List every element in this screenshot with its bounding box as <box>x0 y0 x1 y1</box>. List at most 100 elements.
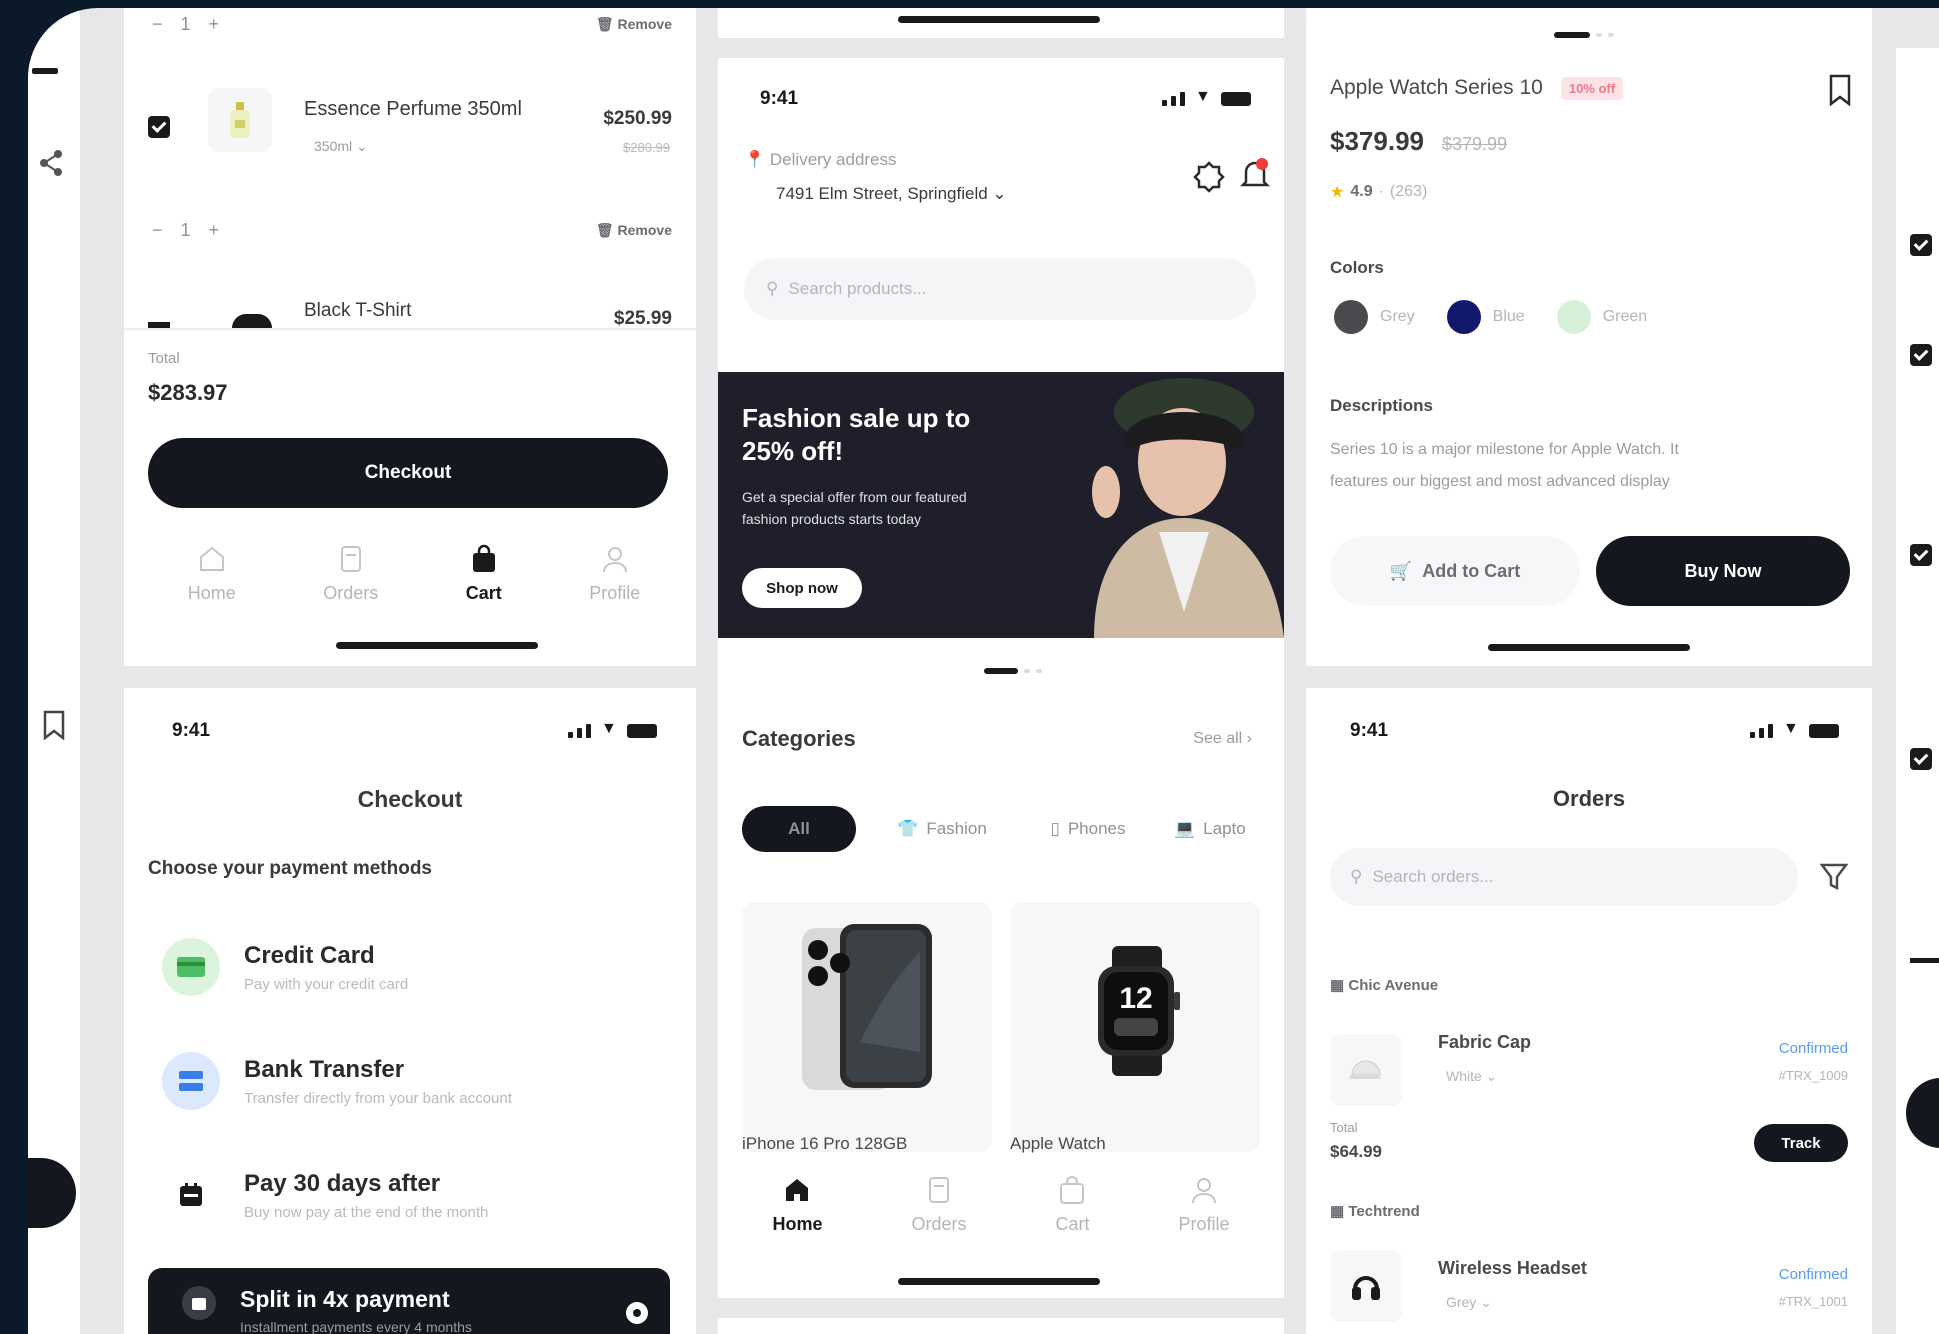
checkout-screen: 9:41 ▼ Checkout Choose your payment meth… <box>124 688 696 1334</box>
checkbox-checked-icon[interactable] <box>1910 748 1932 770</box>
bookmark-icon[interactable] <box>42 710 66 740</box>
payment-method-split-selected[interactable]: Split in 4x payment Installment payments … <box>148 1268 670 1334</box>
chevron-down-icon: ⌄ <box>992 184 1007 203</box>
wifi-icon: ▼ <box>1783 720 1799 737</box>
shop-now-button[interactable]: Shop now <box>742 568 862 608</box>
chip-laptops[interactable]: 💻 Lapto <box>1174 806 1264 852</box>
nav-cart[interactable]: Cart <box>1055 1174 1089 1235</box>
status-icons: ▼ <box>1162 88 1251 106</box>
color-option-green[interactable]: Green <box>1556 300 1647 334</box>
notification-bell-icon[interactable] <box>1238 156 1272 194</box>
address-select[interactable]: 7491 Elm Street, Springfield ⌄ <box>776 184 1007 204</box>
nav-profile[interactable]: Profile <box>589 543 640 604</box>
carousel-dot[interactable] <box>1036 669 1042 673</box>
order-item-name: Wireless Headset <box>1438 1258 1587 1278</box>
color-swatch <box>1334 300 1368 334</box>
image-dot-active[interactable] <box>1554 32 1590 38</box>
chip-label: Fashion <box>926 819 987 838</box>
bag-icon <box>1060 1175 1085 1204</box>
nav-cart[interactable]: Cart <box>466 543 502 604</box>
order-item-name: Fabric Cap <box>1438 1032 1532 1052</box>
order-status: Confirmed <box>1778 1266 1848 1283</box>
bookmark-icon[interactable] <box>1828 74 1852 106</box>
cart-item-name: Essence Perfume 350ml <box>304 98 522 120</box>
carousel-dot-active[interactable] <box>984 668 1018 674</box>
orders-icon <box>928 1176 949 1203</box>
qty-minus[interactable]: − <box>152 220 163 241</box>
qty-plus[interactable]: + <box>209 14 220 35</box>
laptop-icon: 💻 <box>1174 819 1196 838</box>
quantity-stepper[interactable]: − 1 + <box>152 14 219 35</box>
star-icon: ★ <box>1330 184 1345 201</box>
nav-orders[interactable]: Orders <box>911 1174 966 1235</box>
item-checkbox[interactable] <box>148 116 170 143</box>
share-icon[interactable] <box>36 148 66 178</box>
promo-banner[interactable]: Fashion sale up to 25% off! Get a special… <box>718 372 1284 638</box>
chip-phones[interactable]: ▯ Phones <box>1028 806 1148 852</box>
image-dot[interactable] <box>1596 33 1602 37</box>
chip-fashion[interactable]: 👕 Fashion <box>882 806 1002 852</box>
color-name: Grey <box>1380 308 1415 325</box>
nav-profile[interactable]: Profile <box>1178 1174 1229 1235</box>
qty-plus[interactable]: + <box>209 220 220 241</box>
phone-icon: ▯ <box>1050 819 1060 838</box>
nav-home[interactable]: Home <box>772 1174 823 1235</box>
delivery-label-text: Delivery address <box>769 150 897 169</box>
home-icon <box>199 546 224 571</box>
bank-icon <box>162 1052 220 1110</box>
product-card-iphone[interactable] <box>742 902 992 1152</box>
product-card-apple-watch[interactable]: 12 <box>1010 902 1260 1152</box>
color-option-grey[interactable]: Grey <box>1334 300 1415 334</box>
track-button[interactable]: Track <box>1754 1124 1848 1162</box>
nav-orders[interactable]: Orders <box>323 543 378 604</box>
calendar-icon <box>162 1166 220 1224</box>
discount-badge: 10% off <box>1560 76 1624 100</box>
checkbox-checked-icon[interactable] <box>1910 544 1932 566</box>
wifi-icon: ▼ <box>601 720 617 737</box>
product-title: Apple Watch Series 10 <box>1330 76 1543 99</box>
search-placeholder: Search products... <box>788 279 927 298</box>
variant-select[interactable]: 350ml ⌄ <box>314 138 368 155</box>
search-orders-input[interactable]: ⚲ Search orders... <box>1330 848 1798 906</box>
remove-button[interactable]: 🗑 Remove <box>596 222 672 239</box>
design-board: − 1 + 🗑 Remove Essence Perfume 350ml 350… <box>28 8 1939 1334</box>
partial-dark-button[interactable] <box>1906 1078 1939 1148</box>
top-partial-screen <box>718 8 1284 38</box>
status-time: 9:41 <box>760 88 799 109</box>
method-title: Bank Transfer <box>244 1055 405 1083</box>
page-title: Checkout <box>357 786 463 812</box>
payment-method-credit-card[interactable]: Credit Card Pay with your credit card <box>162 938 408 996</box>
filter-icon[interactable] <box>1820 862 1848 892</box>
store-icon: ▦ <box>1330 1203 1345 1220</box>
variant-value: 350ml <box>314 138 353 154</box>
search-input[interactable]: ⚲ Search products... <box>744 258 1256 320</box>
status-time: 9:41 <box>1350 720 1389 741</box>
perfume-icon <box>230 102 250 138</box>
see-all-link[interactable]: See all › <box>1193 730 1252 748</box>
price-row: $379.99 $379.99 <box>1330 126 1507 157</box>
add-to-cart-button[interactable]: 🛒 Add to Cart <box>1330 536 1580 606</box>
payment-method-bank-transfer[interactable]: Bank Transfer Transfer directly from your… <box>162 1052 512 1110</box>
bottom-nav: Home Orders Cart Profile <box>728 1166 1274 1242</box>
chip-all[interactable]: All <box>742 806 856 852</box>
status-time: 9:41 <box>172 720 211 741</box>
order-total-label: Total <box>1330 1120 1358 1135</box>
partial-dark-button[interactable] <box>28 1158 76 1228</box>
quantity-stepper[interactable]: − 1 + <box>152 220 219 241</box>
checkbox-checked-icon[interactable] <box>1910 234 1932 256</box>
left-partial-screen <box>28 8 80 1334</box>
carousel-dot[interactable] <box>1024 669 1030 673</box>
bottom-partial-screen <box>718 1318 1284 1334</box>
checkbox-checked-icon[interactable] <box>1910 344 1932 366</box>
remove-button[interactable]: 🗑 Remove <box>596 16 672 33</box>
apple-watch-image: 12 <box>1098 946 1180 1076</box>
buy-now-button[interactable]: Buy Now <box>1596 536 1850 606</box>
nav-home[interactable]: Home <box>188 543 236 604</box>
color-option-blue[interactable]: Blue <box>1446 300 1525 334</box>
discount-icon[interactable] <box>1192 160 1226 194</box>
qty-minus[interactable]: − <box>152 14 163 35</box>
image-dot[interactable] <box>1608 33 1614 37</box>
location-pin-icon: 📍 <box>744 150 766 169</box>
checkout-button[interactable]: Checkout <box>148 438 668 508</box>
payment-method-pay-later[interactable]: Pay 30 days after Buy now pay at the end … <box>162 1166 488 1224</box>
